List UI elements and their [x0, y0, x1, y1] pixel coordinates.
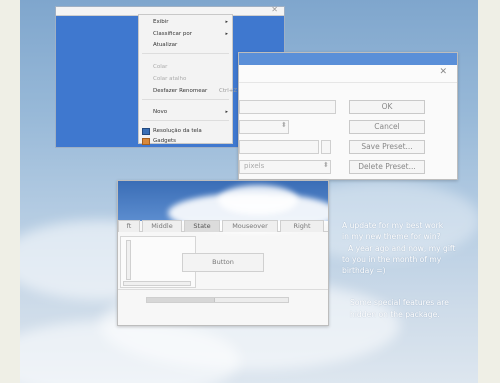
menu-item-novo[interactable]: Novo	[153, 109, 167, 115]
menu-item-resolucao[interactable]: Resolução da tela	[153, 128, 202, 134]
horizontal-scrollbar[interactable]	[123, 281, 191, 286]
menu-item-colar-atalho: Colar atalho	[153, 76, 187, 82]
text-field[interactable]	[239, 140, 319, 154]
units-value: pixels	[244, 162, 265, 170]
dropdown-arrows-icon[interactable]: ⬍	[323, 161, 329, 169]
note-line: A year ago and now, my gift	[348, 244, 456, 253]
chevron-right-icon: ▸	[225, 109, 228, 115]
save-preset-button[interactable]: Save Preset...	[349, 140, 425, 154]
title-bar: ✕	[239, 65, 457, 83]
tab-right[interactable]: Right	[280, 220, 324, 232]
spinner-arrows-icon[interactable]: ⬍	[281, 121, 287, 129]
dialog-window: ✕ OK ⬍ Cancel Save Preset... pixels ⬍ De…	[238, 52, 458, 180]
menu-item-desfazer[interactable]: Desfazer Renomear	[153, 88, 207, 94]
preview-window: ft Middle State Mouseover Right Button	[117, 180, 329, 326]
display-icon	[142, 128, 150, 135]
window-chrome	[239, 53, 457, 65]
sky-banner	[118, 181, 328, 233]
tab-state[interactable]: State	[184, 220, 220, 232]
menu-separator	[142, 120, 229, 121]
chevron-right-icon: ▸	[225, 19, 228, 25]
gadgets-icon	[142, 138, 150, 145]
context-menu: Exibir ▸ Classificar por ▸ Atualizar Col…	[138, 14, 237, 145]
note-line: Some special features are	[350, 298, 449, 307]
close-icon[interactable]: ✕	[271, 5, 278, 14]
sample-button[interactable]: Button	[182, 253, 264, 272]
field-button[interactable]	[321, 140, 331, 154]
note-line: birthday =)	[342, 266, 386, 275]
chevron-right-icon: ▸	[225, 31, 228, 37]
note-line: A update for my best work	[342, 221, 444, 230]
tab-left[interactable]: ft	[118, 220, 140, 232]
cancel-button[interactable]: Cancel	[349, 120, 425, 134]
shortcut-label: Ctrl+Z	[219, 88, 238, 94]
ok-button[interactable]: OK	[349, 100, 425, 114]
menu-separator	[142, 53, 229, 54]
progress-fill	[147, 298, 215, 302]
tab-strip: ft Middle State Mouseover Right	[118, 220, 328, 232]
tab-middle[interactable]: Middle	[142, 220, 182, 232]
menu-item-gadgets[interactable]: Gadgets	[153, 138, 176, 144]
menu-item-exibir[interactable]: Exibir	[153, 19, 169, 25]
menu-item-classificar[interactable]: Classificar por	[153, 31, 192, 37]
progress-bar	[146, 297, 289, 303]
note-line: hidden on the package.	[350, 310, 440, 319]
delete-preset-button[interactable]: Delete Preset...	[349, 160, 425, 174]
note-line: to you in the month of my	[342, 255, 442, 264]
vertical-scrollbar[interactable]	[126, 240, 131, 280]
text-field[interactable]	[239, 100, 336, 114]
cloud	[218, 185, 298, 215]
menu-item-colar: Colar	[153, 64, 168, 70]
close-icon[interactable]: ✕	[439, 67, 447, 77]
menu-item-atualizar[interactable]: Atualizar	[153, 42, 177, 48]
divider	[118, 289, 328, 290]
wallpaper: ✕ Exibir ▸ Classificar por ▸ Atualizar C…	[20, 0, 478, 383]
tab-mouseover[interactable]: Mouseover	[222, 220, 278, 232]
note-line: in my new theme for win?	[342, 232, 441, 241]
menu-separator	[142, 99, 229, 100]
